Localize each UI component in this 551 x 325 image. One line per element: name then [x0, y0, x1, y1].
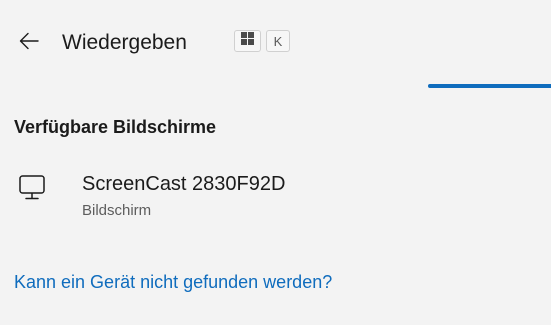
page-title: Wiedergeben [62, 31, 187, 54]
progress-indicator [428, 84, 551, 88]
shortcut-key-windows [234, 30, 261, 52]
monitor-icon [18, 174, 48, 202]
device-item[interactable]: ScreenCast 2830F92D Bildschirm [0, 160, 551, 230]
device-type: Bildschirm [82, 202, 152, 219]
cant-find-device-link[interactable]: Kann ein Gerät nicht gefunden werden? [14, 270, 332, 294]
shortcut-key-k: K [266, 30, 290, 52]
device-name: ScreenCast 2830F92D [82, 173, 286, 195]
arrow-left-icon [19, 32, 39, 55]
cast-header: Wiedergeben K [0, 0, 551, 80]
back-button[interactable] [14, 28, 44, 58]
section-heading: Verfügbare Bildschirme [14, 117, 217, 137]
windows-logo-icon [241, 32, 254, 50]
